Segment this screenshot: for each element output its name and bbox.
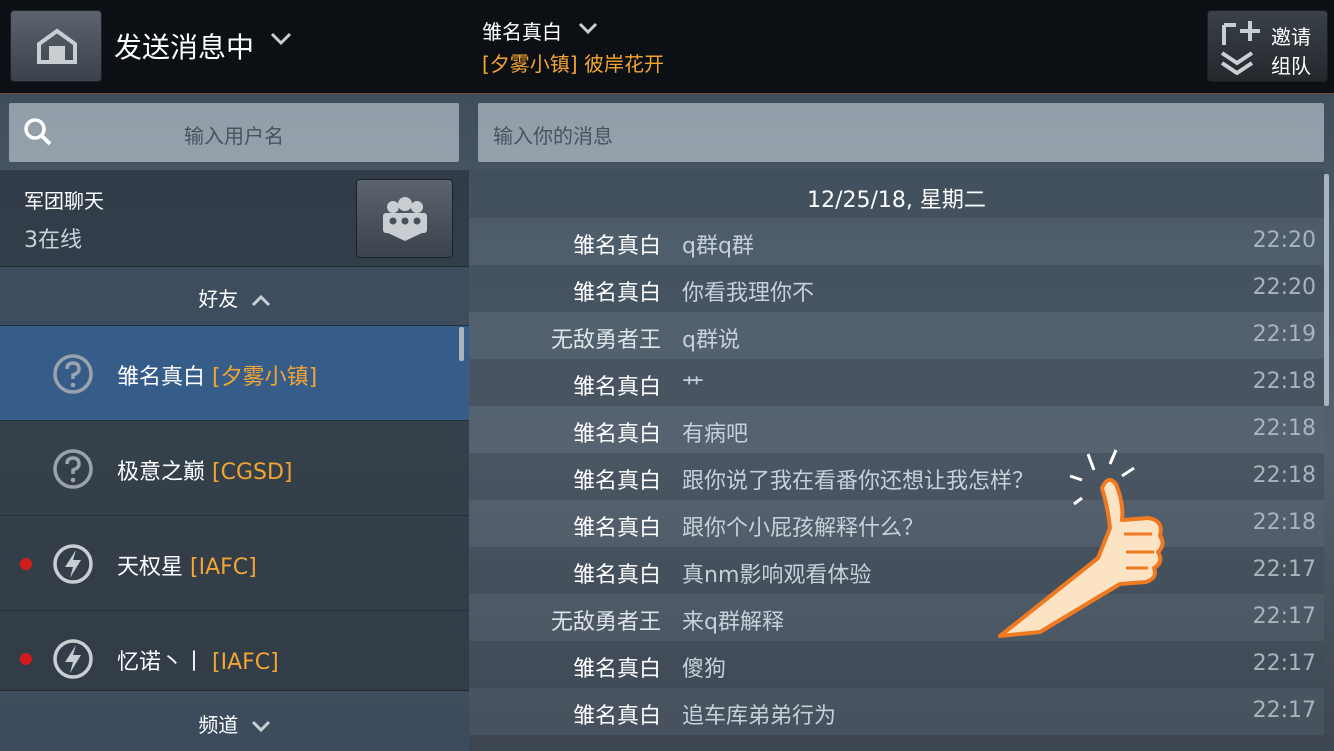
message-sender[interactable]: 雏名真白 bbox=[573, 463, 661, 495]
friends-section-header[interactable]: 好友 bbox=[0, 266, 469, 325]
message-sender[interactable]: 雏名真白 bbox=[573, 275, 661, 307]
channels-section-header[interactable]: 频道 bbox=[0, 690, 469, 751]
message-time: 22:18 bbox=[1252, 369, 1316, 394]
home-icon bbox=[37, 28, 77, 64]
friend-name: 忆诺丶丨 bbox=[117, 650, 206, 675]
message-sender[interactable]: 雏名真白 bbox=[573, 698, 661, 730]
message-sender[interactable]: 雏名真白 bbox=[573, 369, 661, 401]
message-time: 22:20 bbox=[1252, 228, 1316, 253]
message-row: 雏名真白 跟你说了我在看番你还想让我怎样？ 22:18 bbox=[469, 453, 1324, 500]
question-icon bbox=[53, 354, 93, 394]
messages-scrollbar[interactable] bbox=[1324, 174, 1329, 406]
message-text: 傻狗 bbox=[682, 657, 727, 682]
channels-header-label: 频道 bbox=[198, 713, 239, 737]
lightning-icon bbox=[53, 544, 93, 584]
friends-header-label: 好友 bbox=[198, 287, 239, 311]
group-icon bbox=[383, 197, 427, 241]
invite-label-line2: 组队 bbox=[1271, 54, 1311, 78]
message-text: 跟你说了我在看番你还想让我怎样？ bbox=[682, 469, 1035, 494]
invite-team-button[interactable]: 邀请 组队 bbox=[1207, 10, 1328, 82]
message-time: 22:20 bbox=[1252, 275, 1316, 300]
message-time: 22:19 bbox=[1252, 322, 1316, 347]
message-row: 雏名真白 q群q群 22:20 bbox=[469, 218, 1324, 265]
date-separator: 12/25/18, 星期二 bbox=[469, 170, 1324, 218]
message-row: 雏名真白 你看我理你不 22:20 bbox=[469, 265, 1324, 312]
message-row: 无敌勇者王 q群说 22:19 bbox=[469, 312, 1324, 359]
message-time: 22:18 bbox=[1252, 510, 1316, 535]
message-time: 22:17 bbox=[1252, 698, 1316, 723]
message-list: 12/25/18, 星期二 雏名真白 q群q群 22:20 雏名真白 你看我理你不 22:… bbox=[469, 170, 1334, 750]
message-time: 22:17 bbox=[1252, 651, 1316, 676]
message-text: 真nm影响观看体验 bbox=[682, 563, 872, 588]
message-time: 22:18 bbox=[1252, 463, 1316, 488]
status-title[interactable]: 发送消息中 bbox=[114, 26, 254, 66]
friends-scrollbar[interactable] bbox=[459, 327, 464, 361]
message-row: 雏名真白艹 22:18 bbox=[469, 359, 1324, 406]
friend-row[interactable]: 天权星 [IAFC] bbox=[0, 515, 469, 610]
message-row: 雏名真白 傻狗 22:17 bbox=[469, 641, 1324, 688]
message-row: 雏名真白 追车库弟弟行为 22:17 bbox=[469, 688, 1324, 735]
message-text: 跟你个小屁孩解释什么？ bbox=[682, 516, 925, 541]
message-text: 艹 bbox=[682, 375, 705, 400]
username-search-input[interactable]: 输入用户名 bbox=[9, 103, 459, 162]
message-sender[interactable]: 雏名真白 bbox=[573, 510, 661, 542]
home-button[interactable] bbox=[10, 10, 102, 82]
message-row: 无敌勇者王 来q群解释 22:17 bbox=[469, 594, 1324, 641]
friend-name: 雏名真白 bbox=[117, 365, 206, 390]
message-input[interactable]: 输入你的消息 bbox=[478, 103, 1324, 162]
message-sender[interactable]: 雏名真白 bbox=[573, 651, 661, 683]
legion-online-count: 3在线 bbox=[24, 228, 82, 253]
message-sender[interactable]: 雏名真白 bbox=[573, 416, 661, 448]
friend-name: 天权星 bbox=[117, 555, 184, 580]
message-placeholder: 输入你的消息 bbox=[493, 124, 613, 148]
message-sender[interactable]: 无敌勇者王 bbox=[551, 322, 661, 354]
invite-label-line1: 邀请 bbox=[1271, 25, 1311, 49]
chevron-up-icon bbox=[251, 294, 270, 307]
friend-row[interactable]: 极意之巅 [CGSD] bbox=[0, 420, 469, 515]
message-time: 22:17 bbox=[1252, 557, 1316, 582]
message-text: 追车库弟弟行为 bbox=[682, 704, 837, 729]
date-label: 12/25/18, 星期二 bbox=[807, 188, 986, 213]
online-status-dot bbox=[20, 558, 32, 570]
thumbs-up-icon bbox=[998, 449, 1165, 638]
legion-members-button[interactable] bbox=[356, 179, 453, 258]
online-status-dot bbox=[20, 653, 32, 665]
chevron-down-icon[interactable] bbox=[578, 22, 598, 35]
message-time: 22:18 bbox=[1252, 416, 1316, 441]
friend-clan: [CGSD] bbox=[212, 460, 293, 485]
question-icon bbox=[53, 449, 93, 489]
message-time: 22:17 bbox=[1252, 604, 1316, 629]
message-text: 有病吧 bbox=[682, 422, 749, 447]
friend-clan: [IAFC] bbox=[190, 555, 257, 580]
friend-clan: [夕雾小镇] bbox=[212, 365, 318, 390]
message-row: 雏名真白 有病吧 22:18 bbox=[469, 406, 1324, 453]
search-placeholder: 输入用户名 bbox=[184, 124, 284, 148]
friend-name: 极意之巅 bbox=[117, 460, 206, 485]
message-text: 你看我理你不 bbox=[682, 281, 815, 306]
legion-chat-title: 军团聊天 bbox=[24, 189, 104, 213]
message-row: 雏名真白 真nm影响观看体验 22:17 bbox=[469, 547, 1324, 594]
invite-icon bbox=[1220, 21, 1260, 75]
contacts-panel: 军团聊天 3在线 好友 雏名真白 [夕雾小镇] 极意之巅 [CGSD] 天权星 … bbox=[0, 170, 469, 751]
friend-row[interactable]: 雏名真白 [夕雾小镇] bbox=[0, 325, 469, 420]
message-sender[interactable]: 雏名真白 bbox=[573, 557, 661, 589]
message-text: q群q群 bbox=[682, 234, 754, 259]
legion-chat[interactable]: 军团聊天 3在线 bbox=[0, 170, 469, 266]
chat-target-subtitle: [夕雾小镇] 彼岸花开 bbox=[482, 52, 664, 76]
message-row: 雏名真白 跟你个小屁孩解释什么？ 22:18 bbox=[469, 500, 1324, 547]
chevron-down-icon[interactable] bbox=[270, 32, 292, 46]
message-text: q群说 bbox=[682, 328, 740, 353]
message-text: 来q群解释 bbox=[682, 610, 784, 635]
message-sender[interactable]: 无敌勇者王 bbox=[551, 604, 661, 636]
friend-clan: [IAFC] bbox=[212, 650, 279, 675]
message-sender[interactable]: 雏名真白 bbox=[573, 228, 661, 260]
chevron-down-icon bbox=[251, 720, 270, 733]
top-bar: 发送消息中 雏名真白 [夕雾小镇] 彼岸花开 邀请 组队 bbox=[0, 0, 1334, 94]
lightning-icon bbox=[53, 639, 93, 679]
chat-target-name[interactable]: 雏名真白 bbox=[482, 16, 562, 45]
